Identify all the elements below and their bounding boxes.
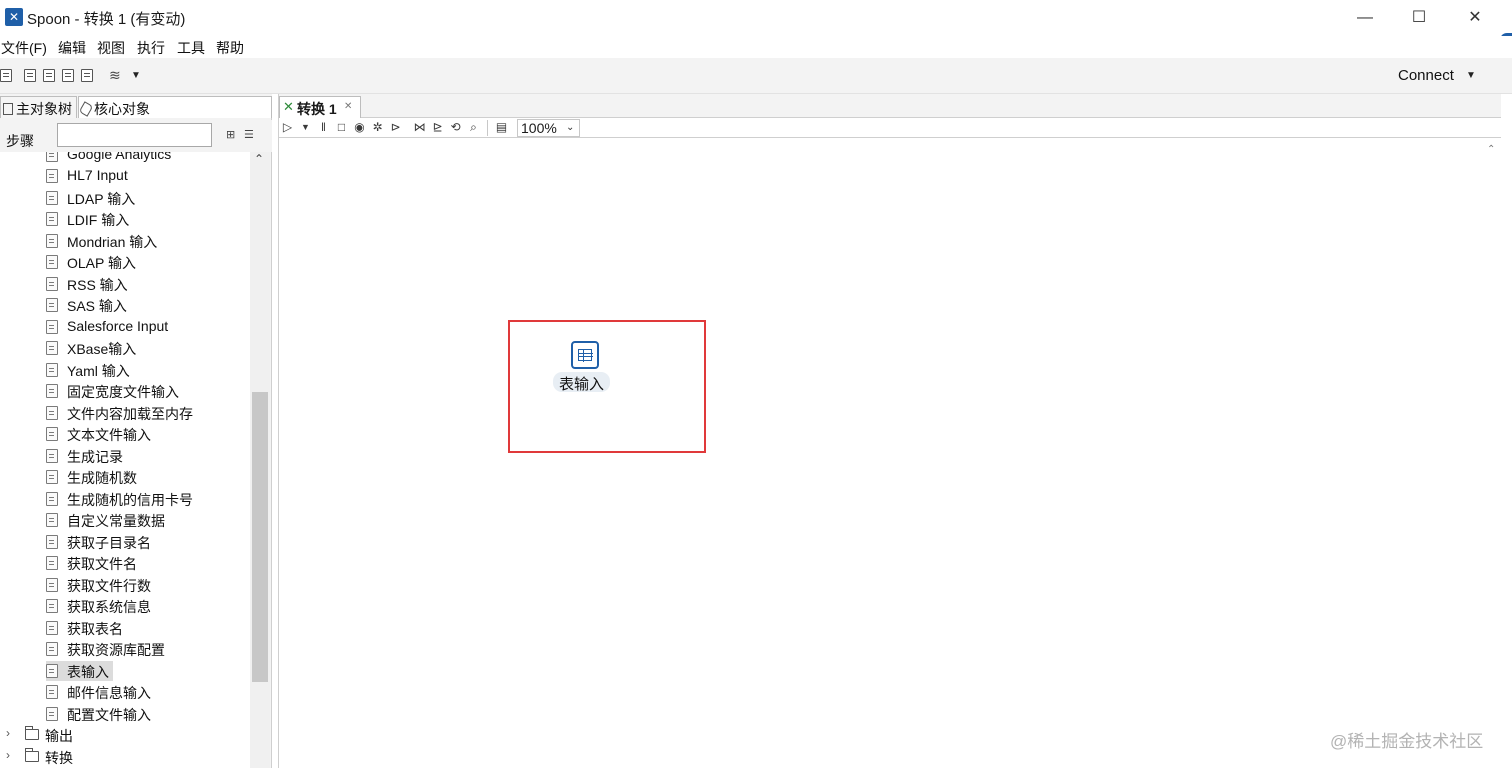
- chevron-down-icon[interactable]: ▼: [131, 70, 141, 81]
- menu-edit[interactable]: 编辑: [58, 38, 86, 58]
- text-file-step-icon: [46, 427, 58, 441]
- tree-item-table-input[interactable]: 表输入: [46, 661, 113, 681]
- title-bar: ✕ Spoon - 转换 1 (有变动) — ☐ ✕: [0, 0, 1512, 36]
- fixed-file-step-icon: [46, 384, 58, 398]
- yaml-step-icon: [46, 363, 58, 377]
- close-button[interactable]: ✕: [1452, 4, 1498, 32]
- random-value-step-icon: [46, 470, 58, 484]
- tab-transformation-1[interactable]: ✕ 转换 1 ✕: [279, 96, 361, 118]
- transformation-editor: ✕ 转换 1 ✕ ▷ ▼ ‖ □ ◉ ✲ ⊳ ⋈ ⊵ ⟲ ⌕ ▤ 100% ⌄ …: [278, 94, 1501, 768]
- sql-icon[interactable]: ⟲: [449, 121, 462, 134]
- steps-search-bar: 步骤 ⊞ ☰: [0, 120, 272, 152]
- perspective-layers-icon[interactable]: ≋: [109, 67, 121, 84]
- maximize-button[interactable]: ☐: [1396, 4, 1442, 32]
- data-grid-step-icon: [46, 513, 58, 527]
- system-info-step-icon: [46, 599, 58, 613]
- transformation-toolbar: ▷ ▼ ‖ □ ◉ ✲ ⊳ ⋈ ⊵ ⟲ ⌕ ▤ 100% ⌄: [279, 118, 1501, 138]
- scrollbar-thumb[interactable]: [252, 392, 268, 682]
- left-panel: 主对象树 核心对象 步骤 ⊞ ☰ Google Analytics HL7 In…: [0, 94, 272, 768]
- property-file-step-icon: [46, 707, 58, 721]
- menu-view[interactable]: 视图: [97, 38, 125, 58]
- ldif-step-icon: [46, 212, 58, 226]
- file-rows-step-icon: [46, 578, 58, 592]
- credit-card-step-icon: [46, 492, 58, 506]
- scroll-up-icon[interactable]: ⌃: [1487, 144, 1495, 155]
- expand-all-icon[interactable]: ⊞: [226, 129, 238, 141]
- new-file-icon[interactable]: [0, 69, 12, 82]
- show-results-icon[interactable]: ▤: [495, 121, 508, 134]
- scroll-up-icon[interactable]: ⌃: [254, 152, 264, 166]
- run-options-chevron-icon[interactable]: ▼: [299, 121, 312, 134]
- watermark: @稀土掘金技术社区: [1330, 732, 1484, 751]
- canvas-scrollbar[interactable]: ⌃: [1485, 138, 1501, 768]
- zoom-select[interactable]: 100% ⌄: [517, 119, 580, 137]
- connect-chevron-down-icon[interactable]: ▼: [1466, 70, 1476, 81]
- hl7-step-icon: [46, 169, 58, 183]
- olap-step-icon: [46, 255, 58, 269]
- table-input-node-icon[interactable]: [571, 341, 599, 369]
- chevron-right-icon[interactable]: ›: [6, 748, 10, 762]
- mondrian-step-icon: [46, 234, 58, 248]
- run-icon[interactable]: ▷: [281, 121, 294, 134]
- left-panel-tabs: 主对象树 核心对象: [0, 94, 272, 118]
- menu-run[interactable]: 执行: [137, 38, 165, 58]
- window-title: Spoon - 转换 1 (有变动): [27, 11, 186, 28]
- steps-search-input[interactable]: [57, 123, 212, 147]
- editor-tab-bar: ✕ 转换 1 ✕: [279, 94, 1501, 118]
- spoon-logo-icon: ✕: [5, 8, 23, 26]
- explore-repository-icon[interactable]: [43, 69, 55, 82]
- menu-help[interactable]: 帮助: [216, 38, 244, 58]
- menu-tools[interactable]: 工具: [177, 38, 205, 58]
- steps-tree-scrollbar[interactable]: ⌃: [250, 152, 270, 768]
- preview-icon[interactable]: ◉: [353, 121, 366, 134]
- table-input-step-icon: [46, 664, 58, 678]
- rss-step-icon: [46, 277, 58, 291]
- document-icon: [3, 103, 13, 115]
- salesforce-step-icon: [46, 320, 58, 334]
- database-explore-icon[interactable]: ⌕: [467, 121, 480, 134]
- steps-tree: Google Analytics HL7 Input LDAP 输入 LDIF …: [0, 152, 250, 768]
- toolbar-separator: [487, 120, 488, 136]
- collapse-all-icon[interactable]: ☰: [244, 129, 256, 141]
- impact-analysis-icon[interactable]: ⊵: [431, 121, 444, 134]
- open-file-icon[interactable]: [24, 69, 36, 82]
- folder-icon: [25, 726, 39, 740]
- ldap-step-icon: [46, 191, 58, 205]
- generate-rows-step-icon: [46, 449, 58, 463]
- save-as-icon[interactable]: [81, 69, 93, 82]
- tab-core-objects[interactable]: 核心对象: [78, 96, 272, 118]
- transformation-canvas[interactable]: 表输入: [279, 138, 1485, 768]
- verify-icon[interactable]: ⋈: [413, 121, 426, 134]
- folder-icon: [25, 748, 39, 762]
- pause-icon[interactable]: ‖: [317, 121, 330, 134]
- chevron-right-icon[interactable]: ›: [6, 726, 10, 740]
- load-file-step-icon: [46, 406, 58, 420]
- google-analytics-step-icon: [46, 152, 58, 162]
- steps-label: 步骤: [6, 133, 34, 149]
- main-toolbar: ≋ ▼ Connect ▼: [0, 58, 1512, 94]
- menu-file[interactable]: 文件(F): [1, 38, 47, 58]
- file-names-step-icon: [46, 556, 58, 570]
- tab-main-object-tree[interactable]: 主对象树: [0, 96, 77, 118]
- table-input-node-label[interactable]: 表输入: [553, 372, 611, 393]
- chevron-down-icon: ⌄: [566, 122, 575, 133]
- minimize-button[interactable]: —: [1342, 4, 1388, 32]
- table-names-step-icon: [46, 621, 58, 635]
- email-step-icon: [46, 685, 58, 699]
- tab-close-icon[interactable]: ✕: [344, 101, 352, 112]
- stop-icon[interactable]: □: [335, 121, 348, 134]
- repository-step-icon: [46, 642, 58, 656]
- save-icon[interactable]: [62, 69, 74, 82]
- replay-icon[interactable]: ⊳: [389, 121, 402, 134]
- debug-icon[interactable]: ✲: [371, 121, 384, 134]
- subfolder-step-icon: [46, 535, 58, 549]
- connect-button[interactable]: Connect: [1398, 67, 1454, 84]
- transformation-icon: ✕: [283, 99, 294, 114]
- sas-step-icon: [46, 298, 58, 312]
- menu-bar: 文件(F) 编辑 视图 执行 工具 帮助: [0, 36, 1512, 58]
- pencil-icon: [78, 101, 94, 117]
- xbase-step-icon: [46, 341, 58, 355]
